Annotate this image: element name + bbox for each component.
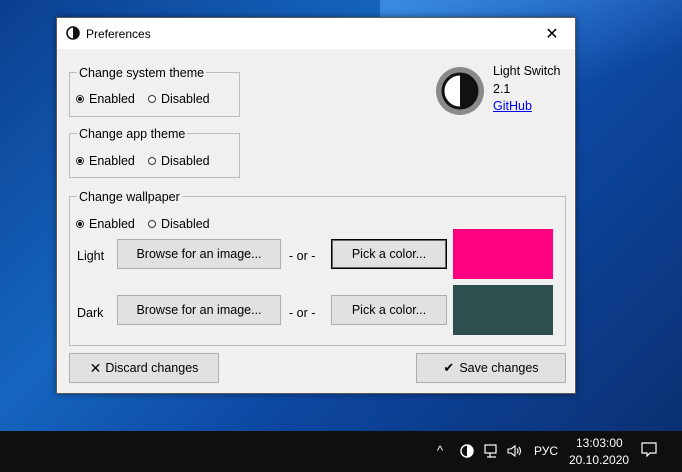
x-icon: ✕: [89, 359, 102, 376]
app-theme-enabled-radio[interactable]: Enabled: [76, 154, 135, 168]
radio-unchecked-icon: [148, 157, 156, 165]
github-link[interactable]: GitHub: [493, 99, 532, 113]
half-moon-icon[interactable]: [460, 444, 474, 458]
system-theme-legend: Change system theme: [77, 66, 207, 80]
wallpaper-legend: Change wallpaper: [77, 190, 182, 204]
system-theme-disabled-radio[interactable]: Disabled: [148, 92, 210, 106]
clock-date[interactable]: 20.10.2020: [569, 453, 629, 467]
half-moon-icon: [66, 26, 80, 40]
radio-checked-icon: [76, 95, 84, 103]
window-title: Preferences: [86, 27, 151, 41]
language-indicator[interactable]: РУС: [534, 444, 558, 458]
chevron-up-icon[interactable]: ^: [437, 443, 443, 458]
clock-time[interactable]: 13:03:00: [576, 436, 623, 450]
light-row-label: Light: [77, 249, 105, 263]
app-theme-legend: Change app theme: [77, 127, 188, 141]
radio-unchecked-icon: [148, 95, 156, 103]
dark-browse-button[interactable]: Browse for an image...: [117, 295, 281, 325]
app-theme-disabled-radio[interactable]: Disabled: [148, 154, 210, 168]
notification-icon[interactable]: [641, 442, 657, 458]
dark-color-swatch[interactable]: [453, 285, 553, 335]
system-theme-enabled-radio[interactable]: Enabled: [76, 92, 135, 106]
preferences-window: Preferences ✕ Change system theme Enable…: [56, 17, 576, 394]
wallpaper-disabled-radio[interactable]: Disabled: [148, 217, 210, 231]
close-button[interactable]: ✕: [529, 18, 575, 49]
radio-label: Disabled: [161, 154, 210, 168]
save-changes-button[interactable]: ✔ Save changes: [416, 353, 566, 383]
dark-row-label: Dark: [77, 306, 104, 320]
checkmark-icon: ✔: [443, 360, 455, 375]
app-version: 2.1: [493, 82, 511, 96]
light-pick-color-button[interactable]: Pick a color...: [331, 239, 447, 269]
radio-label: Enabled: [89, 217, 135, 231]
title-bar[interactable]: Preferences ✕: [57, 18, 575, 49]
dark-pick-color-button[interactable]: Pick a color...: [331, 295, 447, 325]
radio-label: Enabled: [89, 92, 135, 106]
radio-checked-icon: [76, 220, 84, 228]
network-icon[interactable]: [484, 444, 500, 458]
discard-label: Discard changes: [105, 361, 199, 375]
light-or-text: - or -: [289, 249, 316, 263]
dark-or-text: - or -: [289, 306, 316, 320]
radio-checked-icon: [76, 157, 84, 165]
discard-changes-button[interactable]: ✕ Discard changes: [69, 353, 219, 383]
radio-label: Disabled: [161, 92, 210, 106]
radio-unchecked-icon: [148, 220, 156, 228]
app-name: Light Switch: [493, 64, 561, 78]
save-label: Save changes: [459, 361, 539, 375]
light-color-swatch[interactable]: [453, 229, 553, 279]
radio-label: Enabled: [89, 154, 135, 168]
speaker-icon[interactable]: [507, 444, 523, 458]
wallpaper-enabled-radio[interactable]: Enabled: [76, 217, 135, 231]
radio-label: Disabled: [161, 217, 210, 231]
taskbar: ^ РУС 13:03:00 20.10.2020: [0, 431, 682, 472]
app-logo-icon: [436, 67, 484, 115]
light-browse-button[interactable]: Browse for an image...: [117, 239, 281, 269]
